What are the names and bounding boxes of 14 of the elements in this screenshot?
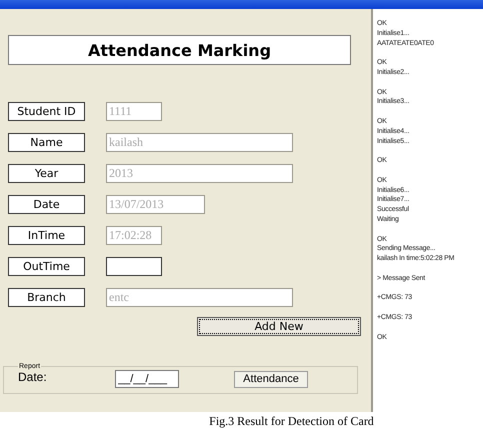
field-label: Student ID (8, 102, 85, 120)
add-new-button[interactable]: Add New (197, 317, 361, 336)
field-label: Date (8, 194, 85, 214)
field-label: Name (8, 132, 85, 152)
date-input-field[interactable]: __/__/___ (115, 370, 179, 388)
field-label: OutTime (8, 256, 85, 276)
date-label: Date: (18, 370, 48, 384)
field-label: Year (8, 164, 85, 182)
attendance-button[interactable]: Attendance (234, 370, 308, 388)
field-label: Branch (8, 288, 85, 306)
input-field[interactable] (106, 256, 162, 276)
form-heading: Attendance Marking (8, 35, 351, 65)
figure-caption: Fig.3 Result for Detection of Card (208, 413, 375, 430)
field-label: InTime (8, 226, 85, 244)
